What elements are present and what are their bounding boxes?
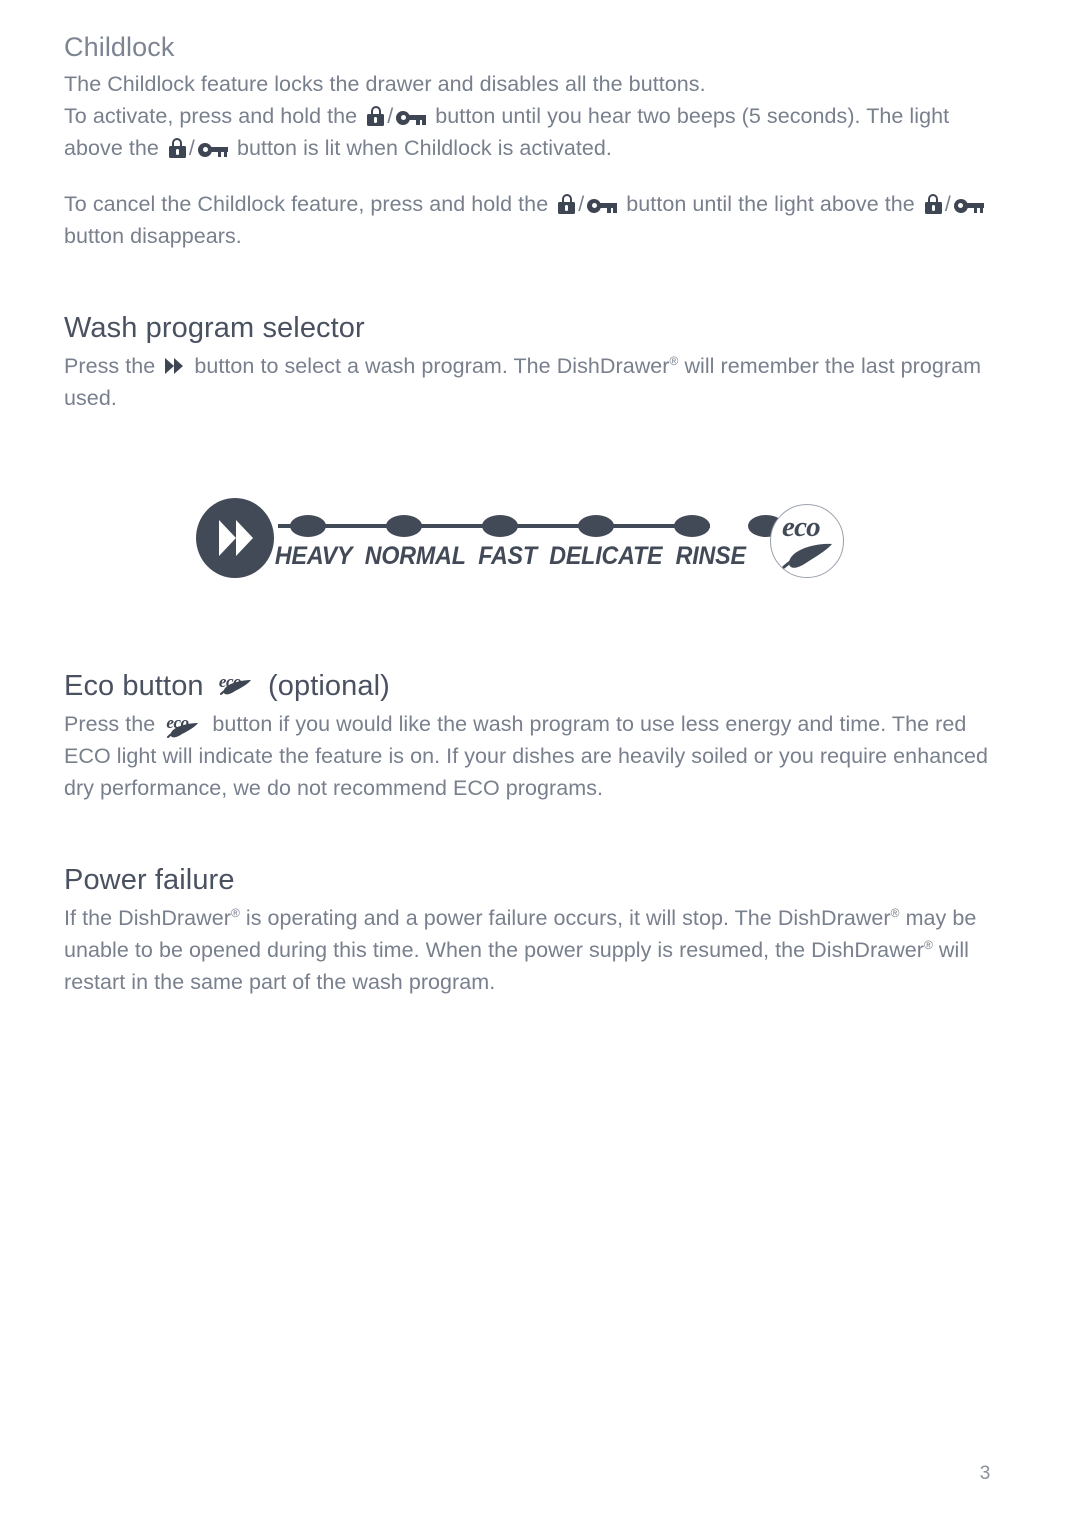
eco-heading-b: (optional) (268, 670, 390, 702)
childlock-line-2c: button is lit when Childlock is activate… (236, 136, 612, 160)
childlock-paragraph-2: To cancel the Childlock feature, press a… (64, 188, 1000, 252)
childlock-line-3c: button disappears. (64, 224, 242, 248)
leaf-icon (782, 543, 832, 569)
program-indicator-rinse[interactable] (674, 515, 710, 537)
key-icon (396, 110, 427, 125)
registered-mark: ® (669, 353, 679, 368)
childlock-line-2a: To activate, press and hold the (64, 104, 358, 128)
program-label-row: HEAVY NORMAL FAST DELICATE RINSE (272, 542, 748, 571)
eco-icon: eco (164, 710, 204, 740)
eco-badge-label: eco (782, 511, 821, 543)
lock-icon (924, 194, 942, 214)
registered-mark: ® (923, 937, 933, 952)
childlock-line-3b: button until the light above the (626, 192, 915, 216)
pf-text-a: If the DishDrawer (64, 906, 231, 930)
lock-icon (558, 194, 576, 214)
program-label-rinse: RINSE (675, 542, 746, 570)
registered-mark: ® (230, 905, 240, 920)
eco-text-a: Press the (64, 712, 156, 736)
fast-forward-icon (164, 353, 184, 374)
program-indicator-delicate[interactable] (578, 515, 614, 537)
wash-program-selector-paragraph: Press the button to select a wash progra… (64, 350, 1000, 414)
eco-button-heading: Eco button eco (optional) (64, 667, 1000, 704)
wash-program-selector-heading: Wash program selector (64, 312, 365, 344)
lock-icon (168, 138, 186, 158)
lock-icon (367, 106, 385, 126)
program-indicator-heavy[interactable] (290, 515, 326, 537)
childlock-heading: Childlock (64, 32, 175, 62)
program-label-delicate: DELICATE (549, 542, 663, 570)
power-failure-paragraph: If the DishDrawer® is operating and a po… (64, 902, 1000, 998)
key-icon (197, 142, 228, 157)
wash-program-selector-panel: HEAVY NORMAL FAST DELICATE RINSE eco (178, 486, 878, 601)
slash-separator: / (578, 192, 585, 216)
slash-separator: / (188, 136, 195, 160)
wps-text-a: Press the (64, 354, 156, 378)
leaf-icon (219, 680, 251, 695)
eco-icon: eco (217, 667, 257, 697)
pf-text-b: is operating and a power failure occurs,… (245, 906, 891, 930)
program-indicator-normal[interactable] (386, 515, 422, 537)
program-label-normal: NORMAL (365, 542, 467, 570)
childlock-line-3a: To cancel the Childlock feature, press a… (64, 192, 549, 216)
program-indicator-fast[interactable] (482, 515, 518, 537)
wps-text-b: button to select a wash program. The Dis… (194, 354, 670, 378)
key-icon (587, 198, 618, 213)
diagram-spacer (64, 414, 1000, 486)
eco-button-paragraph: Press the eco button if you would like t… (64, 708, 1000, 804)
eco-heading-a: Eco button (64, 670, 204, 702)
power-failure-heading: Power failure (64, 864, 235, 896)
document-page: Childlock The Childlock feature locks th… (0, 0, 1080, 1532)
page-number: 3 (979, 1463, 991, 1484)
slash-separator: / (387, 104, 394, 128)
key-icon (953, 198, 984, 213)
program-label-fast: FAST (478, 542, 537, 570)
slash-separator: / (944, 192, 951, 216)
registered-mark: ® (890, 905, 900, 920)
childlock-line-1: The Childlock feature locks the drawer a… (64, 72, 706, 96)
childlock-paragraph-1: The Childlock feature locks the drawer a… (64, 68, 1000, 164)
page-content: Childlock The Childlock feature locks th… (64, 30, 1000, 998)
eco-badge[interactable]: eco (770, 504, 844, 578)
leaf-icon (167, 723, 199, 738)
fast-forward-button[interactable] (196, 498, 274, 578)
program-label-heavy: HEAVY (274, 542, 353, 570)
